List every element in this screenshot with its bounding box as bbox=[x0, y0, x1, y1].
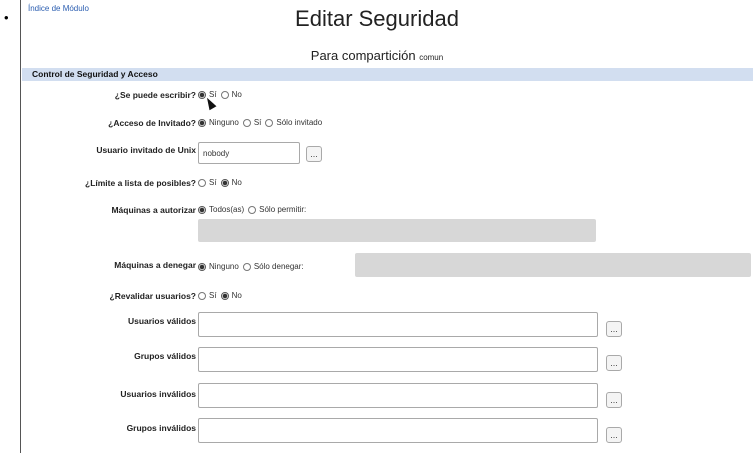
allow-hosts-options: Todos(as) Sólo permitir: bbox=[198, 205, 310, 214]
guest-none-radio[interactable] bbox=[198, 118, 206, 127]
invalid-groups-picker-button[interactable]: ... bbox=[606, 427, 622, 443]
guest-none-label: Ninguno bbox=[209, 118, 239, 127]
section-header: Control de Seguridad y Acceso bbox=[22, 68, 753, 81]
writable-label: ¿Se puede escribir? bbox=[114, 90, 196, 100]
page-title: Editar Seguridad bbox=[295, 6, 459, 31]
share-name: comun bbox=[419, 53, 444, 62]
writable-yes-radio[interactable] bbox=[198, 90, 206, 99]
deny-hosts-label: Máquinas a denegar bbox=[114, 260, 196, 270]
unix-guest-user-input[interactable]: nobody bbox=[198, 142, 300, 164]
allow-hosts-label: Máquinas a autorizar bbox=[111, 205, 196, 215]
guest-only-radio[interactable] bbox=[265, 118, 274, 127]
subtitle-prefix: Para compartición bbox=[310, 48, 416, 63]
valid-groups-input[interactable] bbox=[198, 347, 598, 372]
limit-yes-label: Sí bbox=[209, 178, 217, 187]
revalidate-no-radio[interactable] bbox=[220, 291, 229, 300]
allow-only-radio[interactable] bbox=[248, 205, 257, 214]
invalid-users-input[interactable] bbox=[198, 383, 598, 408]
invalid-groups-label: Grupos inválidos bbox=[126, 423, 196, 433]
deny-only-label: Sólo denegar: bbox=[253, 262, 304, 271]
deny-only-radio[interactable] bbox=[242, 262, 251, 271]
guest-only-label: Sólo invitado bbox=[276, 118, 323, 127]
revalidate-yes-radio[interactable] bbox=[198, 291, 206, 300]
guest-yes-radio[interactable] bbox=[242, 118, 251, 127]
valid-groups-picker-button[interactable]: ... bbox=[606, 355, 622, 371]
limit-possible-label: ¿Límite a lista de posibles? bbox=[85, 178, 196, 188]
limit-yes-radio[interactable] bbox=[198, 178, 206, 187]
revalidate-no-label: No bbox=[231, 291, 242, 300]
revalidate-users-options: Sí No bbox=[198, 291, 246, 300]
invalid-users-label: Usuarios inválidos bbox=[120, 389, 196, 399]
limit-no-radio[interactable] bbox=[220, 178, 229, 187]
guest-yes-label: Sí bbox=[253, 118, 262, 127]
deny-none-label: Ninguno bbox=[209, 262, 239, 271]
invalid-users-picker-button[interactable]: ... bbox=[606, 392, 622, 408]
section-title: Control de Seguridad y Acceso bbox=[32, 69, 158, 79]
allow-only-label: Sólo permitir: bbox=[259, 205, 307, 214]
deny-none-radio[interactable] bbox=[198, 262, 206, 271]
allow-all-label: Todos(as) bbox=[209, 205, 245, 214]
valid-users-input[interactable] bbox=[198, 312, 598, 337]
unix-guest-user-picker-button[interactable]: ... bbox=[306, 146, 322, 162]
limit-possible-options: Sí No bbox=[198, 178, 246, 187]
allow-hosts-textarea[interactable] bbox=[198, 219, 596, 242]
page-subtitle: Para compartición comun bbox=[0, 48, 754, 63]
writable-no-radio[interactable] bbox=[220, 90, 229, 99]
deny-hosts-options: Ninguno Sólo denegar: bbox=[198, 262, 308, 271]
revalidate-yes-label: Sí bbox=[209, 291, 217, 300]
deny-hosts-input[interactable] bbox=[355, 253, 751, 277]
limit-no-label: No bbox=[231, 178, 242, 187]
valid-users-picker-button[interactable]: ... bbox=[606, 321, 622, 337]
invalid-groups-input[interactable] bbox=[198, 418, 598, 443]
valid-groups-label: Grupos válidos bbox=[134, 351, 196, 361]
allow-all-radio[interactable] bbox=[198, 205, 206, 214]
guest-access-label: ¿Acceso de Invitado? bbox=[108, 118, 196, 128]
unix-guest-user-label: Usuario invitado de Unix bbox=[96, 145, 196, 155]
valid-users-label: Usuarios válidos bbox=[127, 316, 196, 326]
guest-access-options: Ninguno Sí Sólo invitado bbox=[198, 118, 326, 127]
revalidate-users-label: ¿Revalidar usuarios? bbox=[109, 291, 196, 301]
writable-no-label: No bbox=[231, 90, 242, 99]
